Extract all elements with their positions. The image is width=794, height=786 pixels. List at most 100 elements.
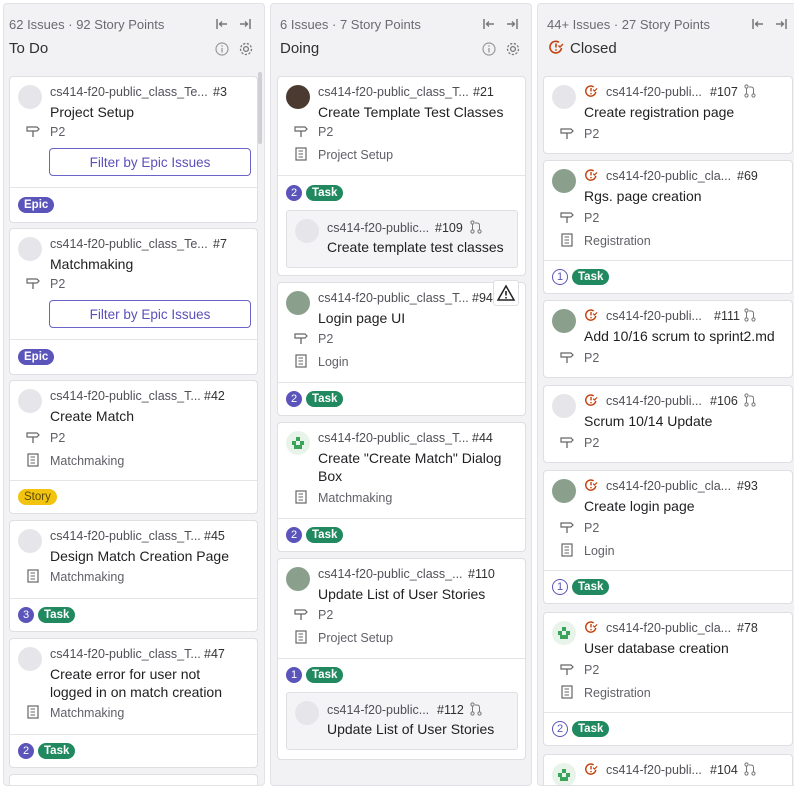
priority-label: P2 — [584, 436, 600, 450]
issue-title[interactable]: Add 10/16 scrum to sprint2.md — [584, 327, 775, 345]
issue-title[interactable]: Create Match — [50, 407, 134, 425]
issue-title[interactable]: Matchmaking — [50, 255, 133, 273]
column-header: 6 Issues · 7 Story Points Doing — [271, 4, 531, 64]
collapse-right-icon[interactable] — [505, 17, 519, 31]
gear-icon[interactable] — [505, 41, 521, 57]
epic-label[interactable]: Matchmaking — [50, 454, 124, 468]
epic-icon — [560, 233, 574, 247]
issue-card[interactable]: cs414-f20-public_cla... #93 Create login… — [543, 470, 793, 604]
issue-title[interactable]: Create Template Test Classes — [318, 103, 503, 121]
task-badge[interactable]: Task — [306, 667, 344, 683]
issue-card[interactable]: cs414-f20-public_class_... #110 Update L… — [277, 558, 526, 760]
task-badge[interactable]: Task — [306, 391, 344, 407]
issue-card[interactable]: cs414-f20-publi... #107 Create registrat… — [543, 76, 793, 154]
issue-title-line2[interactable]: logged in on match creation — [50, 683, 222, 701]
issue-project: cs414-f20-public_class_T... — [318, 291, 469, 305]
epic-label[interactable]: Matchmaking — [318, 491, 392, 505]
issue-card[interactable]: cs414-f20-public_class_T... #44 Create "… — [277, 422, 526, 552]
closed-issue-icon — [584, 168, 598, 182]
task-badge[interactable]: Task — [38, 743, 76, 759]
filter-epic-button[interactable]: Filter by Epic Issues — [49, 300, 251, 328]
collapse-right-icon[interactable] — [238, 17, 252, 31]
issue-card[interactable]: cs414-f20-public_class_T... #94 Login pa… — [277, 282, 526, 416]
subtask-count: 1 — [552, 269, 568, 285]
issue-title[interactable]: User database creation — [584, 639, 729, 657]
issue-card[interactable] — [9, 774, 258, 785]
issue-title-line1[interactable]: Create "Create Match" Dialog — [318, 449, 501, 467]
issue-card[interactable]: cs414-f20-public_cla... #78 User databas… — [543, 612, 793, 746]
issue-title[interactable]: Create template test classes — [327, 238, 504, 256]
task-badge[interactable]: Task — [306, 185, 344, 201]
issue-number: #47 — [204, 647, 225, 661]
merge-request-icon — [743, 84, 757, 98]
issue-title[interactable]: Update List of User Stories — [327, 720, 494, 738]
collapse-left-icon[interactable] — [751, 17, 765, 31]
issue-title[interactable]: Login page UI — [318, 309, 405, 327]
task-badge[interactable]: Task — [572, 269, 610, 285]
issue-number: #112 — [437, 703, 464, 717]
subtask-count: 2 — [286, 527, 302, 543]
child-issue[interactable]: cs414-f20-public... #112 Update List of … — [286, 692, 518, 750]
task-badge[interactable]: Task — [572, 721, 610, 737]
info-icon[interactable] — [482, 42, 496, 56]
divider — [10, 339, 257, 340]
issue-title[interactable]: Rgs. page creation — [584, 187, 702, 205]
epic-label[interactable]: Login — [318, 355, 349, 369]
issue-card[interactable]: cs414-f20-public_class_Te... #7 Matchmak… — [9, 228, 258, 375]
issue-title[interactable]: Project Setup — [50, 103, 134, 121]
avatar — [552, 479, 576, 503]
issue-project: cs414-f20-publi... — [606, 85, 702, 99]
epic-label[interactable]: Project Setup — [318, 631, 393, 645]
issue-number: #110 — [468, 567, 495, 581]
issue-card[interactable]: cs414-f20-publi... #106 Scrum 10/14 Upda… — [543, 385, 793, 463]
epic-label[interactable]: Registration — [584, 234, 651, 248]
info-icon[interactable] — [215, 42, 229, 56]
priority-label: P2 — [50, 125, 66, 139]
issue-number: #21 — [473, 85, 494, 99]
gear-icon[interactable] — [238, 41, 254, 57]
epic-label[interactable]: Registration — [584, 686, 651, 700]
issue-card[interactable]: cs414-f20-publi... #104 — [543, 754, 793, 785]
issue-number: #107 — [710, 85, 738, 99]
issue-title[interactable]: Scrum 10/14 Update — [584, 412, 712, 430]
issue-number: #42 — [204, 389, 225, 403]
epic-badge[interactable]: Epic — [18, 349, 55, 365]
issue-title-line2[interactable]: Box — [318, 467, 342, 485]
filter-epic-button[interactable]: Filter by Epic Issues — [49, 148, 251, 176]
collapse-right-icon[interactable] — [774, 17, 788, 31]
issue-number: #94 — [472, 291, 493, 305]
column-header: 62 Issues · 92 Story Points To Do — [4, 4, 264, 64]
milestone-icon — [294, 607, 308, 621]
epic-label[interactable]: Matchmaking — [50, 570, 124, 584]
issue-title[interactable]: Update List of User Stories — [318, 585, 485, 603]
issue-card[interactable]: cs414-f20-publi... #111 Add 10/16 scrum … — [543, 300, 793, 378]
epic-label[interactable]: Matchmaking — [50, 706, 124, 720]
issue-card[interactable]: cs414-f20-public_class_T... #45 Design M… — [9, 520, 258, 632]
issue-card[interactable]: cs414-f20-public_cla... #69 Rgs. page cr… — [543, 160, 793, 294]
story-badge[interactable]: Story — [18, 489, 57, 505]
issue-title[interactable]: Create login page — [584, 497, 695, 515]
collapse-left-icon[interactable] — [482, 17, 496, 31]
milestone-icon — [560, 350, 574, 364]
issue-card[interactable]: cs414-f20-public_class_T... #21 Create T… — [277, 76, 526, 276]
epic-icon — [560, 685, 574, 699]
issue-title-line1[interactable]: Create error for user not — [50, 665, 200, 683]
issue-title[interactable]: Create registration page — [584, 103, 734, 121]
task-badge[interactable]: Task — [572, 579, 610, 595]
milestone-icon — [26, 430, 40, 444]
issue-card[interactable]: cs414-f20-public_class_T... #42 Create M… — [9, 380, 258, 514]
issue-title[interactable]: Design Match Creation Page — [50, 547, 229, 565]
divider — [544, 712, 792, 713]
closed-issue-icon — [584, 620, 598, 634]
warning-icon[interactable] — [493, 280, 519, 306]
task-badge[interactable]: Task — [306, 527, 344, 543]
avatar — [286, 291, 310, 315]
task-badge[interactable]: Task — [38, 607, 76, 623]
epic-label[interactable]: Login — [584, 544, 615, 558]
epic-label[interactable]: Project Setup — [318, 148, 393, 162]
issue-card[interactable]: cs414-f20-public_class_T... #47 Create e… — [9, 638, 258, 768]
issue-card[interactable]: cs414-f20-public_class_Te... #3 Project … — [9, 76, 258, 223]
epic-badge[interactable]: Epic — [18, 197, 55, 213]
child-issue[interactable]: cs414-f20-public... #109 Create template… — [286, 210, 518, 268]
collapse-left-icon[interactable] — [215, 17, 229, 31]
